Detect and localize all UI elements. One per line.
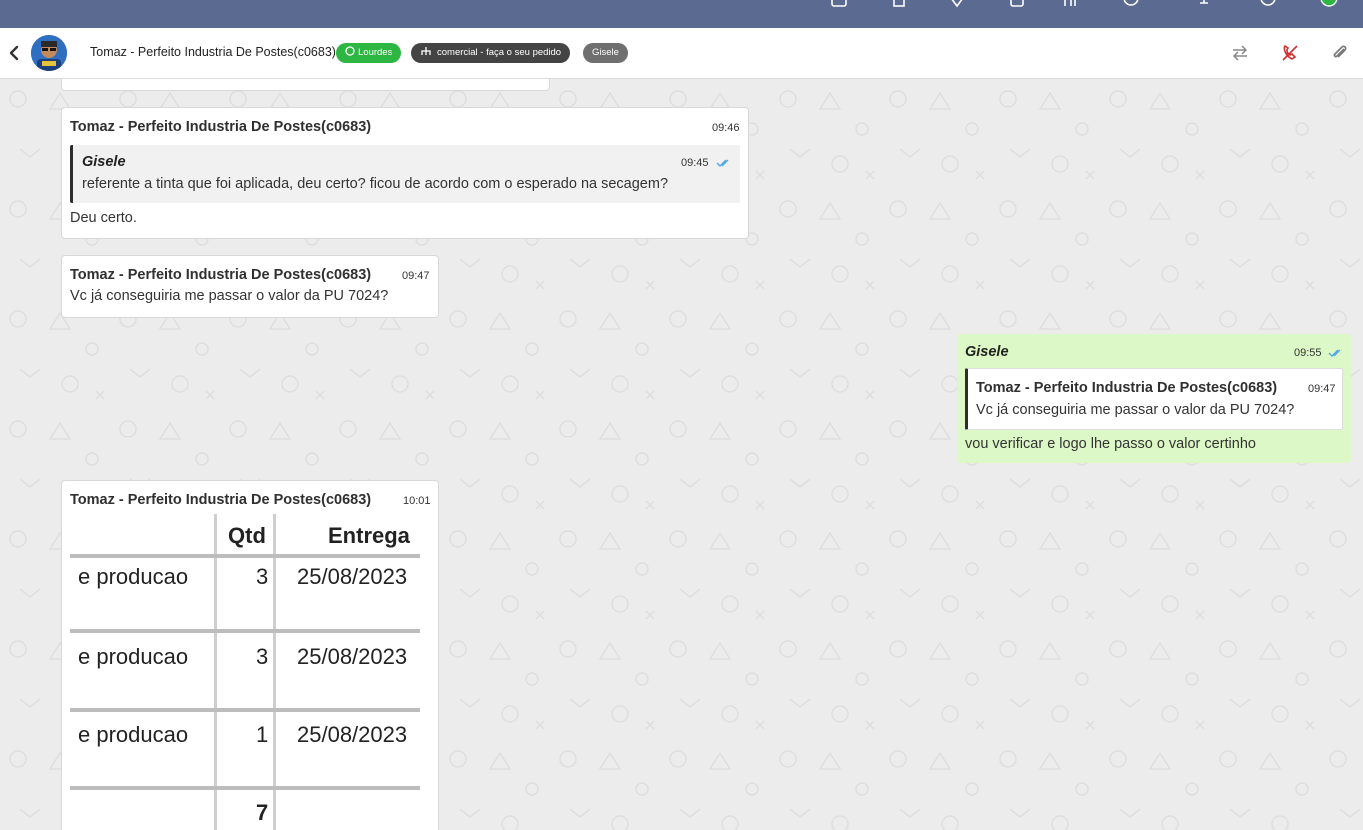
app-topbar xyxy=(0,0,1363,28)
message-text: Vc já conseguiria me passar o valor da P… xyxy=(70,288,389,304)
table-cell: 25/08/2023 xyxy=(297,564,408,589)
document-icon[interactable] xyxy=(890,0,908,10)
table-cell: 3 xyxy=(256,564,269,589)
quoted-message[interactable]: Tomaz - Perfeito Industria De Postes(c06… xyxy=(965,368,1343,430)
end-call-icon[interactable] xyxy=(1280,43,1300,63)
message-bubble-incoming[interactable]: Tomaz - Perfeito Industria De Postes(c06… xyxy=(62,256,438,317)
quoted-message[interactable]: Gisele 09:45 referente a tinta que foi a… xyxy=(70,145,740,203)
message-text: vou verificar e logo lhe passo o valor c… xyxy=(965,436,1256,452)
transfer-icon[interactable] xyxy=(1230,43,1250,63)
double-check-icon xyxy=(1328,349,1341,357)
whatsapp-connection-badge: Lourdes xyxy=(336,43,402,63)
queue-badge: comercial - faça o seu pedido xyxy=(411,43,571,63)
table-divider xyxy=(70,554,420,558)
quoted-text: Vc já conseguiria me passar o valor da P… xyxy=(976,402,1295,418)
message-sender: Tomaz - Perfeito Industria De Postes(c06… xyxy=(70,267,372,283)
quoted-text: referente a tinta que foi aplicada, deu … xyxy=(82,176,669,192)
help-icon[interactable] xyxy=(1259,0,1277,10)
quoted-time: 09:45 xyxy=(681,157,709,169)
online-status-icon[interactable] xyxy=(1320,0,1338,10)
message-time: 09:47 xyxy=(402,270,430,282)
user-badge: Gisele xyxy=(583,43,628,63)
table-header: Entrega xyxy=(328,523,410,548)
message-text: Deu certo. xyxy=(70,210,137,226)
table-cell: 3 xyxy=(256,644,269,669)
table-divider xyxy=(70,708,420,712)
quoted-sender: Tomaz - Perfeito Industria De Postes(c06… xyxy=(976,380,1278,396)
avatar[interactable] xyxy=(31,35,67,71)
message-sender: Tomaz - Perfeito Industria De Postes(c06… xyxy=(70,492,372,508)
queue-icon xyxy=(421,47,431,55)
table-header: Qtd xyxy=(228,523,266,548)
table-divider xyxy=(273,514,276,830)
message-time: 10:01 xyxy=(403,495,431,507)
badge-label: comercial - faça o seu pedido xyxy=(437,47,562,58)
badge-label: Lourdes xyxy=(358,47,393,58)
table-cell: e producao xyxy=(78,644,189,669)
message-bubble-partial xyxy=(62,79,549,90)
message-time: 09:46 xyxy=(712,122,740,134)
attach-icon[interactable] xyxy=(1330,43,1350,63)
double-check-icon xyxy=(716,159,729,167)
table-cell: e producao xyxy=(78,564,189,589)
quoted-time: 09:47 xyxy=(1308,383,1336,395)
message-sender: Tomaz - Perfeito Industria De Postes(c06… xyxy=(70,119,372,135)
message-bubble-incoming-image[interactable]: Tomaz - Perfeito Industria De Postes(c06… xyxy=(62,481,438,830)
chat-header: Tomaz - Perfeito Industria De Postes(c06… xyxy=(0,28,1363,79)
table-divider xyxy=(70,629,420,633)
add-icon[interactable] xyxy=(1062,0,1080,10)
contacts-icon[interactable] xyxy=(1008,0,1026,10)
message-sender: Gisele xyxy=(965,344,1009,360)
contact-name: Tomaz - Perfeito Industria De Postes(c06… xyxy=(90,45,336,59)
table-cell: 25/08/2023 xyxy=(297,644,408,669)
quoted-sender: Gisele xyxy=(82,154,126,170)
message-bubble-outgoing[interactable]: Gisele 09:55 Tomaz - Perfeito Industria … xyxy=(957,334,1351,463)
message-image[interactable]: Qtd Entrega e producao 3 25/08/2023 e pr… xyxy=(70,514,420,830)
table-cell: 25/08/2023 xyxy=(297,722,408,747)
table-total: 7 xyxy=(256,800,269,825)
chat-icon[interactable] xyxy=(830,0,848,10)
settings-icon[interactable] xyxy=(1195,0,1213,10)
info-icon[interactable] xyxy=(1122,0,1140,10)
chat-area[interactable]: Tomaz - Perfeito Industria De Postes(c06… xyxy=(0,79,1363,830)
table-cell: e producao xyxy=(78,722,189,747)
back-icon[interactable] xyxy=(7,44,21,62)
message-bubble-incoming[interactable]: Tomaz - Perfeito Industria De Postes(c06… xyxy=(62,108,748,238)
message-time: 09:55 xyxy=(1294,347,1322,359)
table-cell: 1 xyxy=(256,722,269,747)
tag-icon[interactable] xyxy=(948,0,966,10)
table-divider xyxy=(214,514,217,830)
whatsapp-icon xyxy=(345,46,355,56)
table-divider xyxy=(70,786,420,790)
